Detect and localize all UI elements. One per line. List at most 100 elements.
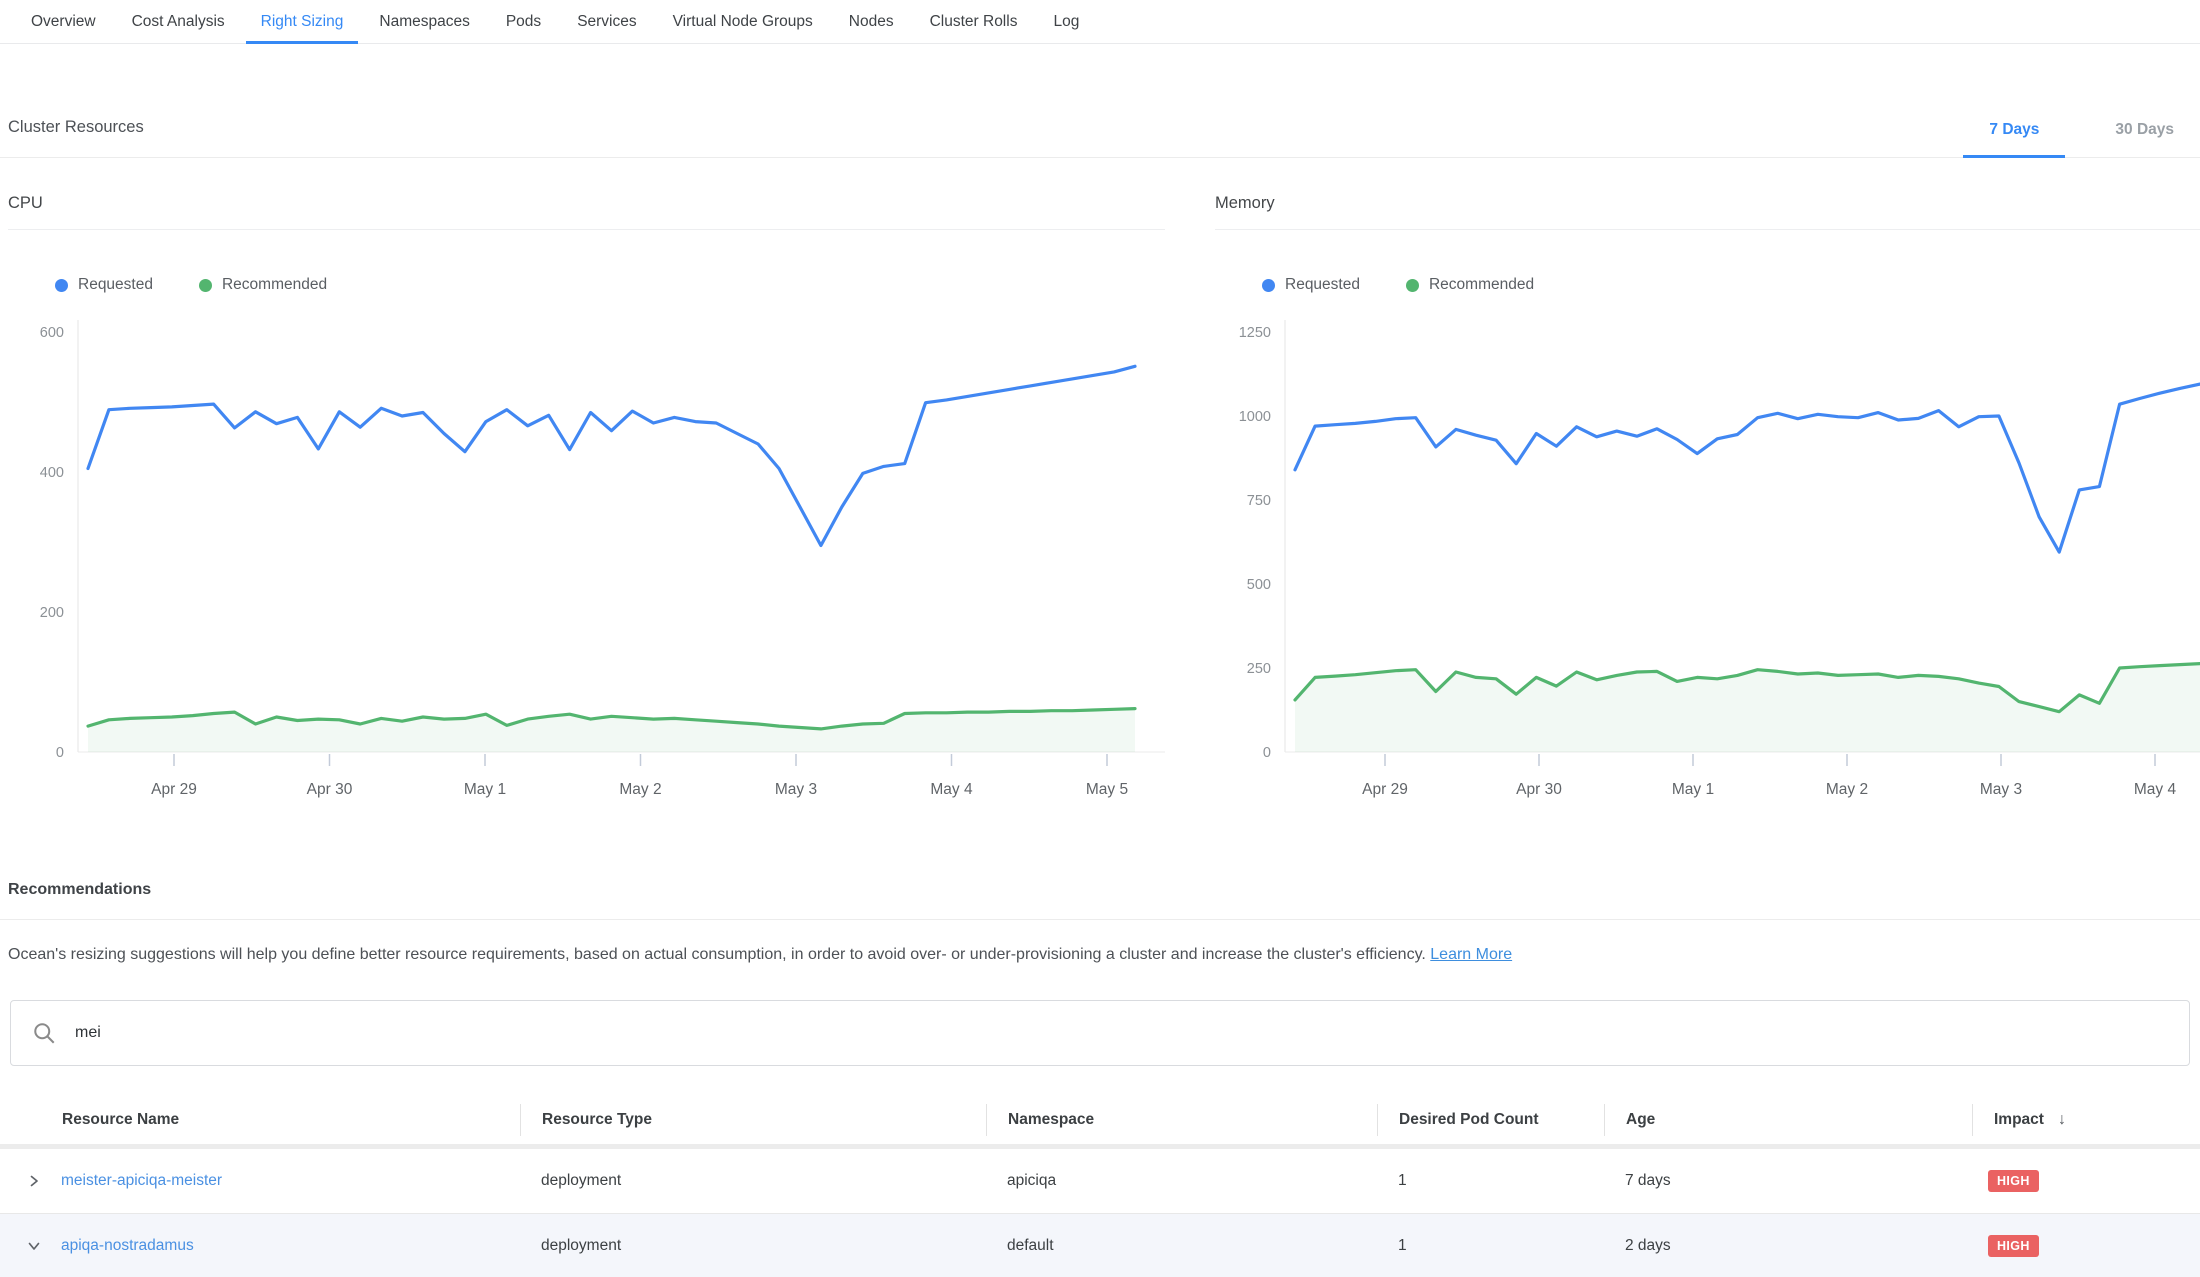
expand-chevron-icon[interactable] bbox=[27, 1174, 41, 1188]
legend-dot-recommended bbox=[1406, 279, 1419, 292]
memory-line-chart: 1250 1000 750 500 250 0 Apr 29 Apr 30 May 1 May 2… bbox=[1215, 304, 2200, 802]
column-header-resource-type[interactable]: Resource Type bbox=[520, 1104, 986, 1136]
x-tick-label: Apr 29 bbox=[1362, 781, 1408, 798]
sort-desc-icon[interactable]: ↓ bbox=[2058, 1111, 2066, 1129]
tab-pods[interactable]: Pods bbox=[491, 0, 556, 44]
column-header-age[interactable]: Age bbox=[1604, 1104, 1972, 1136]
cpu-chart-title: CPU bbox=[8, 194, 1165, 230]
y-tick-label: 750 bbox=[1247, 493, 1271, 509]
y-tick-label: 500 bbox=[1247, 577, 1271, 593]
y-tick-label: 1000 bbox=[1239, 409, 1271, 425]
column-header-desired-pod-count[interactable]: Desired Pod Count bbox=[1377, 1104, 1604, 1136]
tab-overview[interactable]: Overview bbox=[16, 0, 111, 44]
legend-item-recommended[interactable]: Recommended bbox=[199, 276, 327, 294]
cpu-chart-legend: Requested Recommended bbox=[55, 276, 1165, 294]
impact-badge: HIGH bbox=[1988, 1235, 2039, 1257]
x-tick-label: May 5 bbox=[1086, 781, 1128, 798]
table-row[interactable]: meister-apiciqa-meister deploymentapiciqa… bbox=[0, 1149, 2200, 1213]
column-header-impact[interactable]: Impact↓ bbox=[1972, 1104, 2200, 1136]
y-tick-label: 200 bbox=[40, 605, 64, 621]
series-line-requested bbox=[88, 366, 1135, 545]
tab-log[interactable]: Log bbox=[1038, 0, 1094, 44]
resource-name-link[interactable]: meister-apiciqa-meister bbox=[61, 1172, 222, 1190]
y-tick-label: 1250 bbox=[1239, 325, 1271, 341]
collapse-chevron-icon[interactable] bbox=[27, 1239, 41, 1253]
x-tick-label: Apr 29 bbox=[151, 781, 197, 798]
learn-more-link[interactable]: Learn More bbox=[1430, 946, 1512, 963]
top-navigation: OverviewCost AnalysisRight SizingNamespa… bbox=[0, 0, 2200, 44]
x-tick-label: May 3 bbox=[1980, 781, 2022, 798]
impact-cell: HIGH bbox=[1972, 1170, 2200, 1192]
desired-pod-count-cell: 1 bbox=[1377, 1237, 1604, 1255]
y-tick-label: 600 bbox=[40, 325, 64, 341]
divider bbox=[0, 919, 2200, 920]
memory-chart-panel: Memory Requested Recommended 1250 1000 750 5… bbox=[1215, 194, 2200, 807]
x-tick-label: May 4 bbox=[2134, 781, 2177, 798]
recommendations-description-text: Ocean's resizing suggestions will help y… bbox=[8, 946, 1426, 963]
resource-type-cell: deployment bbox=[520, 1172, 986, 1190]
memory-chart-legend: Requested Recommended bbox=[1262, 276, 2200, 294]
legend-label: Recommended bbox=[222, 276, 327, 294]
namespace-cell: default bbox=[986, 1237, 1377, 1255]
namespace-cell: apiciqa bbox=[986, 1172, 1377, 1190]
cluster-resources-header: Cluster Resources 7 Days 30 Days bbox=[0, 96, 2200, 158]
search-bar[interactable] bbox=[10, 1000, 2190, 1066]
legend-label: Recommended bbox=[1429, 276, 1534, 294]
memory-chart-title: Memory bbox=[1215, 194, 2200, 230]
legend-item-requested[interactable]: Requested bbox=[1262, 276, 1360, 294]
resource-name-link[interactable]: apiqa-nostradamus bbox=[61, 1237, 194, 1255]
resource-name-cell: meister-apiciqa-meister bbox=[0, 1172, 520, 1190]
series-line-requested bbox=[1295, 384, 2200, 552]
tab-namespaces[interactable]: Namespaces bbox=[364, 0, 484, 44]
legend-item-requested[interactable]: Requested bbox=[55, 276, 153, 294]
column-header-label: Age bbox=[1626, 1111, 1655, 1129]
x-tick-label: May 1 bbox=[1672, 781, 1714, 798]
cpu-chart-panel: CPU Requested Recommended 600 400 200 0 Apr 2… bbox=[8, 194, 1165, 807]
section-title: Cluster Resources bbox=[8, 118, 144, 157]
tab-services[interactable]: Services bbox=[562, 0, 651, 44]
resource-type-cell: deployment bbox=[520, 1237, 986, 1255]
y-tick-label: 0 bbox=[56, 745, 64, 761]
y-tick-label: 400 bbox=[40, 465, 64, 481]
range-tab-30-days[interactable]: 30 Days bbox=[2089, 121, 2200, 158]
recommendations-title: Recommendations bbox=[8, 881, 2200, 899]
resource-name-cell: apiqa-nostradamus bbox=[0, 1237, 520, 1255]
legend-label: Requested bbox=[78, 276, 153, 294]
recommendations-description: Ocean's resizing suggestions will help y… bbox=[8, 946, 2200, 964]
age-cell: 2 days bbox=[1604, 1237, 1972, 1255]
column-header-namespace[interactable]: Namespace bbox=[986, 1104, 1377, 1136]
search-input[interactable] bbox=[73, 1023, 2169, 1043]
tab-right-sizing[interactable]: Right Sizing bbox=[246, 0, 359, 44]
column-header-label: Resource Type bbox=[542, 1111, 652, 1129]
x-tick-label: May 2 bbox=[1826, 781, 1868, 798]
recommendations-table: Resource Name Resource Type Namespace Desir… bbox=[0, 1096, 2200, 1277]
x-tick-label: Apr 30 bbox=[1516, 781, 1562, 798]
column-header-resource-name[interactable]: Resource Name bbox=[0, 1104, 520, 1136]
x-tick-label: May 2 bbox=[619, 781, 661, 798]
tab-cluster-rolls[interactable]: Cluster Rolls bbox=[915, 0, 1033, 44]
impact-cell: HIGH bbox=[1972, 1235, 2200, 1257]
y-tick-label: 250 bbox=[1247, 661, 1271, 677]
legend-label: Requested bbox=[1285, 276, 1360, 294]
x-tick-label: May 3 bbox=[775, 781, 817, 798]
table-header-row: Resource Name Resource Type Namespace Desir… bbox=[0, 1096, 2200, 1144]
tab-virtual-node-groups[interactable]: Virtual Node Groups bbox=[658, 0, 828, 44]
tab-cost-analysis[interactable]: Cost Analysis bbox=[117, 0, 240, 44]
desired-pod-count-cell: 1 bbox=[1377, 1172, 1604, 1190]
table-body: meister-apiciqa-meisterdeploymentapiciqa… bbox=[0, 1149, 2200, 1277]
x-tick-label: Apr 30 bbox=[307, 781, 353, 798]
column-header-label: Namespace bbox=[1008, 1111, 1094, 1129]
column-header-label: Desired Pod Count bbox=[1399, 1111, 1539, 1129]
column-header-label: Resource Name bbox=[62, 1111, 179, 1129]
impact-badge: HIGH bbox=[1988, 1170, 2039, 1192]
time-range-tabs: 7 Days 30 Days bbox=[1963, 121, 2200, 157]
tab-nodes[interactable]: Nodes bbox=[834, 0, 909, 44]
y-tick-label: 0 bbox=[1263, 745, 1271, 761]
table-row[interactable]: apiqa-nostradamus deploymentdefault12 day… bbox=[0, 1213, 2200, 1277]
legend-dot-recommended bbox=[199, 279, 212, 292]
legend-item-recommended[interactable]: Recommended bbox=[1406, 276, 1534, 294]
cpu-line-chart: 6004002000Apr 29Apr 30May 1May 2May 3May… bbox=[8, 304, 1165, 802]
charts-row: CPU Requested Recommended 600 400 200 0 Apr 2… bbox=[0, 194, 2200, 807]
range-tab-7-days[interactable]: 7 Days bbox=[1963, 121, 2065, 158]
legend-dot-requested bbox=[55, 279, 68, 292]
